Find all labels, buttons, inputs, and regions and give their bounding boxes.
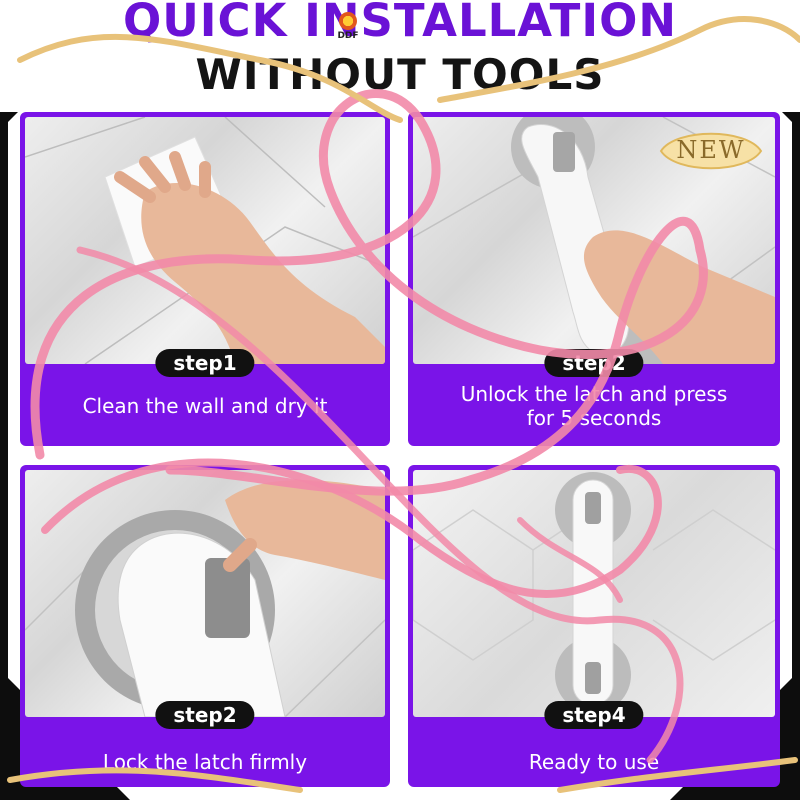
latch-icon (25, 480, 385, 717)
step-caption-3: Lock the latch firmly (102, 750, 308, 774)
brand-logo: DDF (318, 12, 378, 41)
step-photo-4 (413, 470, 775, 717)
wipe-hand-icon (25, 117, 385, 364)
new-badge: NEW (656, 126, 766, 176)
title-without-tools: WITHOUT TOOLS (195, 50, 605, 99)
header: QUICK INSTALLATION DDF WITHOUT TOOLS (0, 0, 800, 112)
step-label-4: step4 (544, 701, 644, 729)
step-panel-1: step1 Clean the wall and dry it (20, 112, 390, 446)
step-caption-2: Unlock the latch and press for 5 seconds (416, 382, 772, 430)
step-label-3: step2 (155, 701, 255, 729)
step-label-2: step2 (544, 349, 644, 377)
brand-name: DDF (337, 31, 359, 41)
brand-badge-icon (339, 12, 357, 30)
step-caption-2-line2: for 5 seconds (526, 406, 662, 430)
step-panel-4: step4 Ready to use (408, 465, 780, 787)
step-panel-3: step2 Lock the latch firmly (20, 465, 390, 787)
step-photo-3 (25, 470, 385, 717)
step-photo-1 (25, 117, 385, 364)
title-quick-installation: QUICK INSTALLATION (123, 0, 677, 47)
step-caption-4: Ready to use (528, 750, 660, 774)
new-badge-label: NEW (676, 136, 746, 164)
step-caption-1: Clean the wall and dry it (82, 394, 328, 418)
step-caption-2-line1: Unlock the latch and press (460, 382, 728, 406)
frame-edge-left (0, 0, 8, 800)
step-label-1: step1 (155, 349, 255, 377)
frame-edge-right (792, 0, 800, 800)
grab-bar-icon (413, 472, 775, 713)
